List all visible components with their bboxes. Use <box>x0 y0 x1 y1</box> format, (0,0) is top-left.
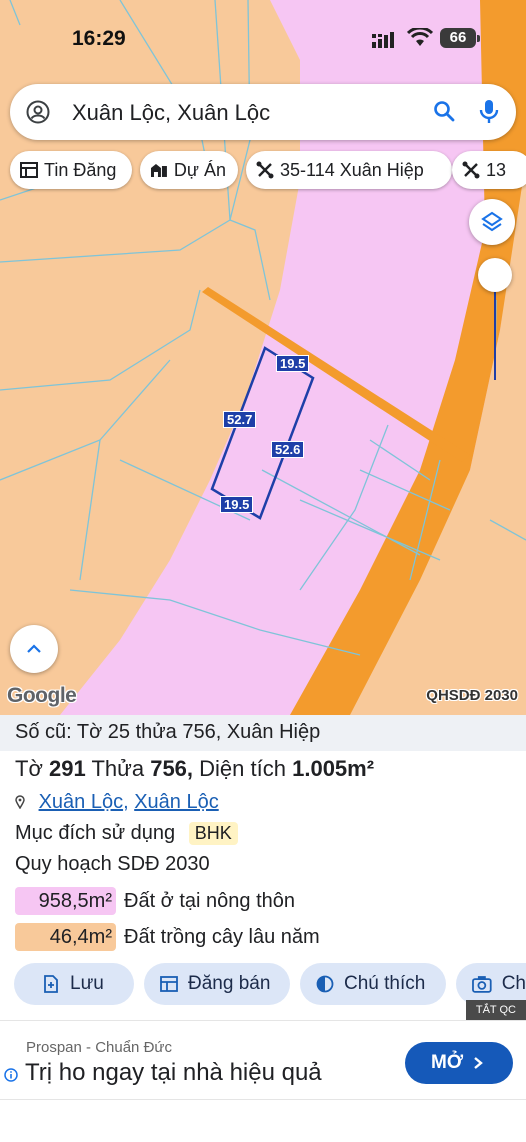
chip-label: 13 <box>486 159 507 180</box>
area-row-residential: 958,5m² Đất ở tại nông thôn <box>15 887 295 915</box>
status-time: 16:29 <box>72 27 126 50</box>
buildings-icon <box>150 164 167 177</box>
legend-button[interactable]: Chú thích <box>300 963 446 1005</box>
parcel-info-panel: Số cũ: Tờ 25 thửa 756, Xuân Hiệp Tờ 291 … <box>0 715 526 1142</box>
ad-banner[interactable]: Prospan - Chuẩn Đức Trị ho ngay tại nhà … <box>0 1020 526 1100</box>
layers-icon <box>481 211 503 232</box>
ad-open-label: MỞ <box>431 1052 464 1073</box>
area-value: 958,5m² <box>15 887 116 915</box>
camera-button[interactable]: Ch <box>456 963 526 1005</box>
chevron-right-icon <box>474 1057 483 1069</box>
old-record-row: Số cũ: Tờ 25 thửa 756, Xuân Hiệp <box>0 715 526 751</box>
chip-label: Dự Án <box>173 159 226 180</box>
sheet-number: 291 <box>49 756 86 781</box>
status-bar: 16:29 66 <box>0 0 526 70</box>
post-listing-label: Đăng bán <box>188 973 271 994</box>
search-bar[interactable]: Xuân Lộc, Xuân Lộc <box>10 84 516 140</box>
location-pin-icon <box>15 795 25 810</box>
save-button[interactable]: Lưu <box>14 963 134 1005</box>
save-icon <box>44 975 58 993</box>
account-icon[interactable] <box>26 100 50 124</box>
action-buttons: Lưu Đăng bán Chú thích Ch <box>0 963 526 1005</box>
chip-parcel-35-114[interactable]: 35-114 Xuân Hiệp <box>246 151 452 189</box>
area-row-perennial: 46,4m² Đất trồng cây lâu năm <box>15 923 320 951</box>
location-row: Xuân Lộc, Xuân Lộc <box>15 791 219 814</box>
list-icon <box>20 162 38 178</box>
measure-top: 19.5 <box>276 355 310 372</box>
purpose-code-badge: BHK <box>188 822 238 845</box>
expand-button[interactable] <box>10 625 58 673</box>
parcel-summary: Tờ 291 Thửa 756, Diện tích 1.005m² <box>15 756 375 781</box>
parcel-icon <box>462 161 480 179</box>
map-view[interactable]: 19.5 52.7 52.6 19.5 16:29 66 Xuân Lộc, X… <box>0 0 526 715</box>
wifi-icon <box>407 28 433 46</box>
chip-tin-dang[interactable]: Tin Đăng <box>10 151 132 189</box>
district-link[interactable]: Xuân Lộc <box>134 791 219 813</box>
legend-icon <box>316 975 334 993</box>
area-label: Đất ở tại nông thôn <box>124 889 296 912</box>
signal-icon <box>372 32 394 48</box>
chevron-up-icon <box>27 644 41 653</box>
chip-parcel-13[interactable]: 13 <box>452 151 526 189</box>
ad-info-icon[interactable] <box>4 1068 18 1082</box>
parcel-number: 756, <box>150 756 194 781</box>
ad-headline: Trị ho ngay tại nhà hiệu quả <box>25 1059 322 1086</box>
search-input[interactable]: Xuân Lộc, Xuân Lộc <box>72 100 270 126</box>
close-ad-button[interactable]: TẮT QC <box>465 1000 526 1020</box>
save-label: Lưu <box>70 973 104 994</box>
microphone-icon[interactable] <box>478 98 500 126</box>
legend-label: Chú thích <box>344 973 426 994</box>
camera-icon <box>472 976 492 993</box>
land-purpose-row: Mục đích sử dụng BHK <box>15 822 238 845</box>
plan-title: Quy hoạch SDĐ 2030 <box>15 853 210 875</box>
google-logo: Google <box>7 684 77 707</box>
camera-label: Ch <box>501 973 526 994</box>
layer-label: QHSDĐ 2030 <box>426 687 518 704</box>
parcel-icon <box>256 161 274 179</box>
measure-bottom: 19.5 <box>220 496 254 513</box>
opacity-slider-knob[interactable] <box>478 258 512 292</box>
layers-button[interactable] <box>469 199 515 245</box>
chip-label: Tin Đăng <box>44 159 117 180</box>
post-listing-button[interactable]: Đăng bán <box>144 963 290 1005</box>
ad-open-button[interactable]: MỞ <box>405 1042 513 1084</box>
battery-indicator: 66 <box>440 28 480 48</box>
search-icon[interactable] <box>432 99 456 123</box>
chip-label: 35-114 Xuân Hiệp <box>280 159 424 180</box>
ad-brand: Prospan - Chuẩn Đức <box>26 1039 172 1056</box>
chip-du-an[interactable]: Dự Án <box>140 151 238 189</box>
area-label: Đất trồng cây lâu năm <box>124 925 320 948</box>
measure-right: 52.6 <box>271 441 305 458</box>
area-value: 46,4m² <box>15 923 116 951</box>
parcel-area: 1.005m² <box>292 756 375 781</box>
commune-link[interactable]: Xuân Lộc <box>39 791 124 813</box>
measure-left: 52.7 <box>223 411 257 428</box>
listing-icon <box>160 976 178 992</box>
